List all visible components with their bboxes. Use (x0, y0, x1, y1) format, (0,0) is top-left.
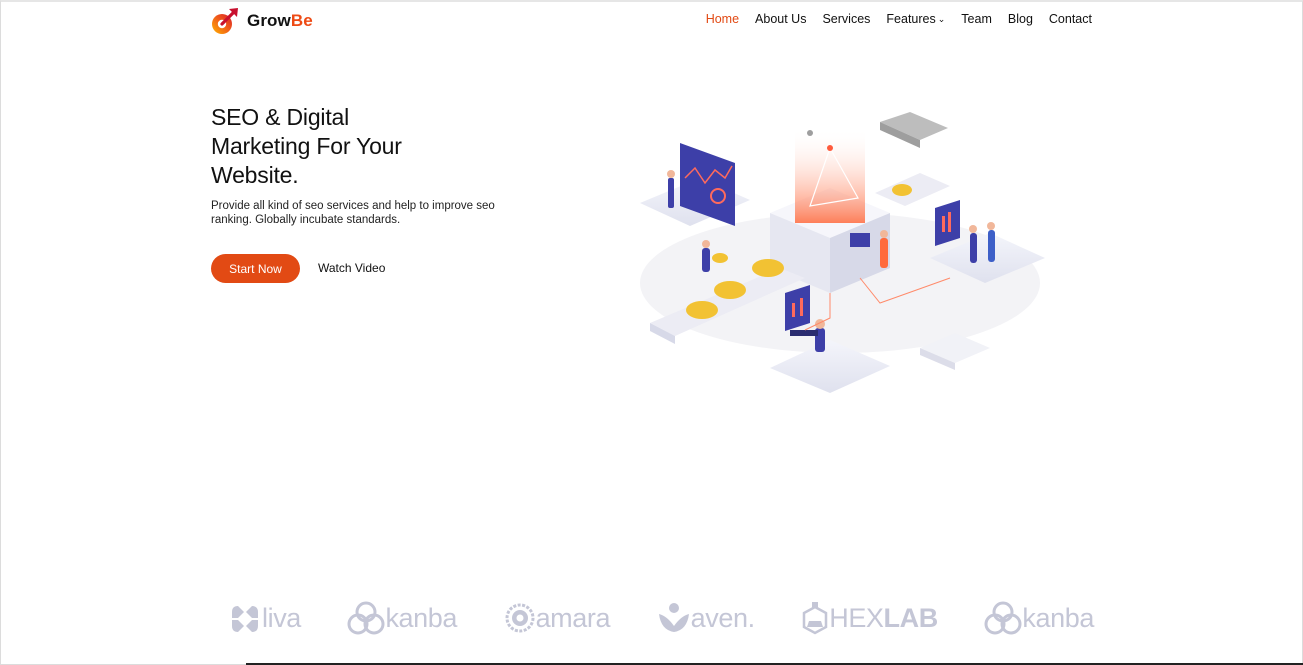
seo-isometric-illustration (640, 112, 1045, 393)
nav-blog[interactable]: Blog (1008, 12, 1033, 26)
liva-icon (232, 606, 258, 632)
nav-features[interactable]: Features ⌄ (886, 12, 945, 26)
partner-hexlab[interactable]: HEXLAB (801, 601, 938, 635)
partner-liva-name: liva (262, 602, 301, 633)
brand-name-part1: Grow (247, 11, 291, 30)
partner-logos-strip: liva kanba amara aven. HEXLAB kanba (228, 596, 1094, 640)
partner-amara-name: amara (535, 602, 611, 633)
nav-home[interactable]: Home (706, 12, 739, 26)
partner-hexlab-name-part2: LAB (883, 602, 939, 633)
partner-kanba-2[interactable]: kanba (984, 601, 1094, 635)
kanba-icon (984, 601, 1022, 635)
partner-kanba-name: kanba (385, 602, 458, 633)
nav-features-label: Features (886, 12, 936, 26)
nav-services[interactable]: Services (822, 12, 870, 26)
partner-hexlab-name-part1: HEX (829, 602, 884, 633)
site-header: GrowBe Home About Us Services Features ⌄ … (210, 4, 1092, 38)
partner-kanba[interactable]: kanba (347, 601, 457, 635)
aven-icon (658, 603, 689, 632)
hexlab-icon (802, 602, 828, 635)
main-nav: Home About Us Services Features ⌄ Team Bl… (690, 12, 1092, 26)
hero-title-line2: Marketing For Your (211, 133, 402, 159)
brand-logo[interactable]: GrowBe (210, 6, 313, 36)
partner-amara[interactable]: amara (504, 602, 611, 634)
watch-video-button[interactable]: Watch Video (318, 261, 385, 275)
partner-hexlab-name: HEXLAB (829, 603, 938, 634)
hero-description: Provide all kind of seo services and hel… (211, 200, 495, 226)
hero-title-line1: SEO & Digital (211, 104, 350, 130)
brand-name: GrowBe (247, 11, 313, 31)
chevron-down-icon: ⌄ (937, 14, 946, 24)
start-now-button[interactable]: Start Now (211, 254, 300, 283)
nav-team[interactable]: Team (961, 12, 992, 26)
kanba-icon (347, 601, 385, 635)
growbe-logo-icon (212, 8, 238, 34)
partner-liva[interactable]: liva (228, 602, 301, 634)
brand-name-part2: Be (290, 11, 313, 30)
nav-about-us[interactable]: About Us (755, 12, 806, 26)
partner-aven-name: aven. (690, 602, 755, 633)
amara-icon (505, 603, 535, 633)
hero-title: SEO & Digital Marketing For Your Website… (211, 103, 511, 190)
partner-kanba-2-name: kanba (1022, 602, 1094, 633)
nav-contact[interactable]: Contact (1049, 12, 1092, 26)
partner-aven[interactable]: aven. (657, 602, 755, 634)
hero-title-line3: Website. (211, 162, 299, 188)
